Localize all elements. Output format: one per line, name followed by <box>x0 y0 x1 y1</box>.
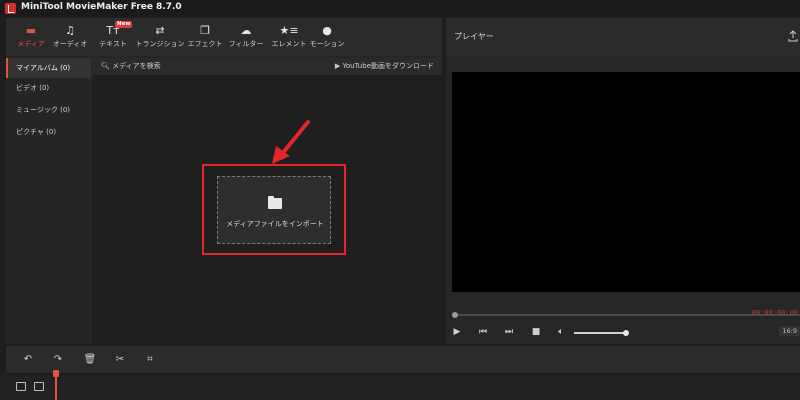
app-title: MiniTool MovieMaker Free 8.7.0 <box>21 2 182 12</box>
tab-text-label: テキスト <box>99 40 127 48</box>
sidebar-item-music[interactable]: ミュージック (0) <box>6 100 91 120</box>
volume-slider-handle[interactable] <box>623 330 629 336</box>
search-media-label: メディアを検索 <box>112 62 161 70</box>
playhead-handle[interactable] <box>53 370 59 377</box>
sidebar-item-pictures[interactable]: ピクチャ (0) <box>6 122 91 142</box>
timeline-toolbar: ↶ ↷ 🗑︎ ✂ ⌗ <box>6 346 800 373</box>
video-preview <box>452 72 800 292</box>
stop-icon[interactable]: ■ <box>529 325 543 339</box>
youtube-icon: ▶︎ <box>334 62 341 70</box>
swap-arrows-icon: ⇄ <box>155 24 165 37</box>
import-media-button[interactable]: メディアファイルをインポート <box>217 176 331 244</box>
youtube-download-label: YouTube動画をダウンロード <box>342 62 434 70</box>
next-frame-icon[interactable]: ⏭ <box>502 325 516 339</box>
sidebar-item-video[interactable]: ビデオ (0) <box>6 78 91 98</box>
motion-circle-icon: ● <box>322 24 332 37</box>
redo-icon[interactable]: ↷ <box>50 352 66 368</box>
search-icon: 🔍︎ <box>101 62 110 70</box>
app-logo-icon <box>5 3 16 14</box>
new-badge: New <box>115 21 133 28</box>
add-track-icon[interactable] <box>16 382 26 391</box>
tab-motion[interactable]: ● モーション <box>302 22 352 54</box>
player-header: プレイヤー <box>446 18 800 56</box>
player-panel: プレイヤー 00:00:00:00 ▶ ⏮ ⏭ ■ 🔈︎ 16:9 <box>446 18 800 344</box>
annotation-arrow-icon <box>272 120 310 164</box>
timeline-tracks <box>0 374 800 400</box>
split-scissors-icon[interactable]: ✂ <box>112 352 128 368</box>
media-panel: ▬ メディア ♫ オーディオ New Tт テキスト ⇄ トランジション ❐ エ… <box>6 18 442 344</box>
undo-icon[interactable]: ↶ <box>20 352 36 368</box>
export-icon[interactable] <box>788 30 798 42</box>
previous-frame-icon[interactable]: ⏮ <box>476 325 490 339</box>
scrubber-handle[interactable] <box>452 312 458 318</box>
folder-icon <box>268 196 282 209</box>
youtube-download-button[interactable]: ▶︎ YouTube動画をダウンロード <box>335 61 434 71</box>
search-media-button[interactable]: 🔍︎ メディアを検索 <box>101 61 161 71</box>
volume-icon[interactable]: 🔈︎ <box>554 325 568 339</box>
playback-scrubber[interactable] <box>452 312 800 318</box>
crop-icon[interactable]: ⌗ <box>142 352 158 368</box>
play-icon[interactable]: ▶ <box>450 325 464 339</box>
tab-text[interactable]: New Tт テキスト <box>88 21 138 54</box>
import-media-label: メディアファイルをインポート <box>226 220 324 228</box>
aspect-ratio-selector[interactable]: 16:9 <box>779 326 800 336</box>
player-title: プレイヤー <box>454 32 494 41</box>
media-content-area: 🔍︎ メディアを検索 ▶︎ YouTube動画をダウンロード メディアファイルを… <box>92 58 442 344</box>
tab-transition-label: トランジション <box>135 40 185 48</box>
tab-motion-label: モーション <box>309 40 345 48</box>
volume-slider[interactable] <box>574 330 629 336</box>
tab-transition[interactable]: ⇄ トランジション <box>135 22 185 54</box>
sidebar-item-my-album[interactable]: マイアルバム (0) <box>6 58 91 78</box>
main-toolbar: ▬ メディア ♫ オーディオ New Tт テキスト ⇄ トランジション ❐ エ… <box>6 18 442 56</box>
timecode-display: 00:00:00:00 <box>751 309 798 317</box>
media-content-bar: 🔍︎ メディアを検索 ▶︎ YouTube動画をダウンロード <box>92 58 442 75</box>
title-bar: MiniTool MovieMaker Free 8.7.0 <box>0 0 800 17</box>
copy-track-icon[interactable] <box>34 382 44 391</box>
media-sidebar: マイアルバム (0) ビデオ (0) ミュージック (0) ピクチャ (0) <box>6 58 91 344</box>
delete-icon[interactable]: 🗑︎ <box>82 352 98 368</box>
